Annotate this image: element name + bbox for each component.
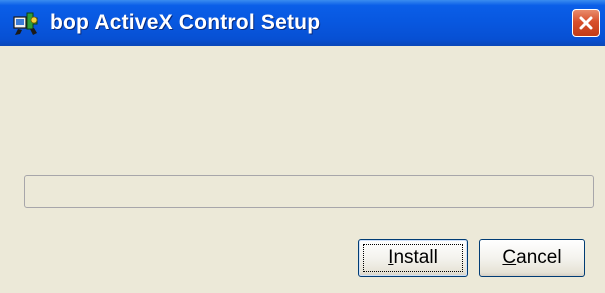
title-bar[interactable]: bop ActiveX Control Setup bbox=[0, 0, 605, 46]
install-button[interactable]: Install bbox=[358, 239, 468, 277]
install-label-rest: nstall bbox=[393, 247, 438, 268]
cancel-label-rest: ancel bbox=[516, 247, 562, 268]
window-title: bop ActiveX Control Setup bbox=[50, 11, 321, 34]
cancel-mnemonic: C bbox=[502, 247, 517, 268]
close-icon bbox=[579, 16, 593, 30]
install-progress-bar bbox=[24, 175, 594, 208]
close-button[interactable] bbox=[572, 9, 600, 37]
cancel-button-label: Cancel bbox=[502, 247, 561, 268]
cancel-button[interactable]: Cancel bbox=[479, 239, 585, 277]
setup-installer-icon bbox=[12, 9, 42, 37]
setup-dialog: bop ActiveX Control Setup Install Cancel bbox=[0, 0, 605, 293]
install-button-label: Install bbox=[388, 247, 438, 268]
